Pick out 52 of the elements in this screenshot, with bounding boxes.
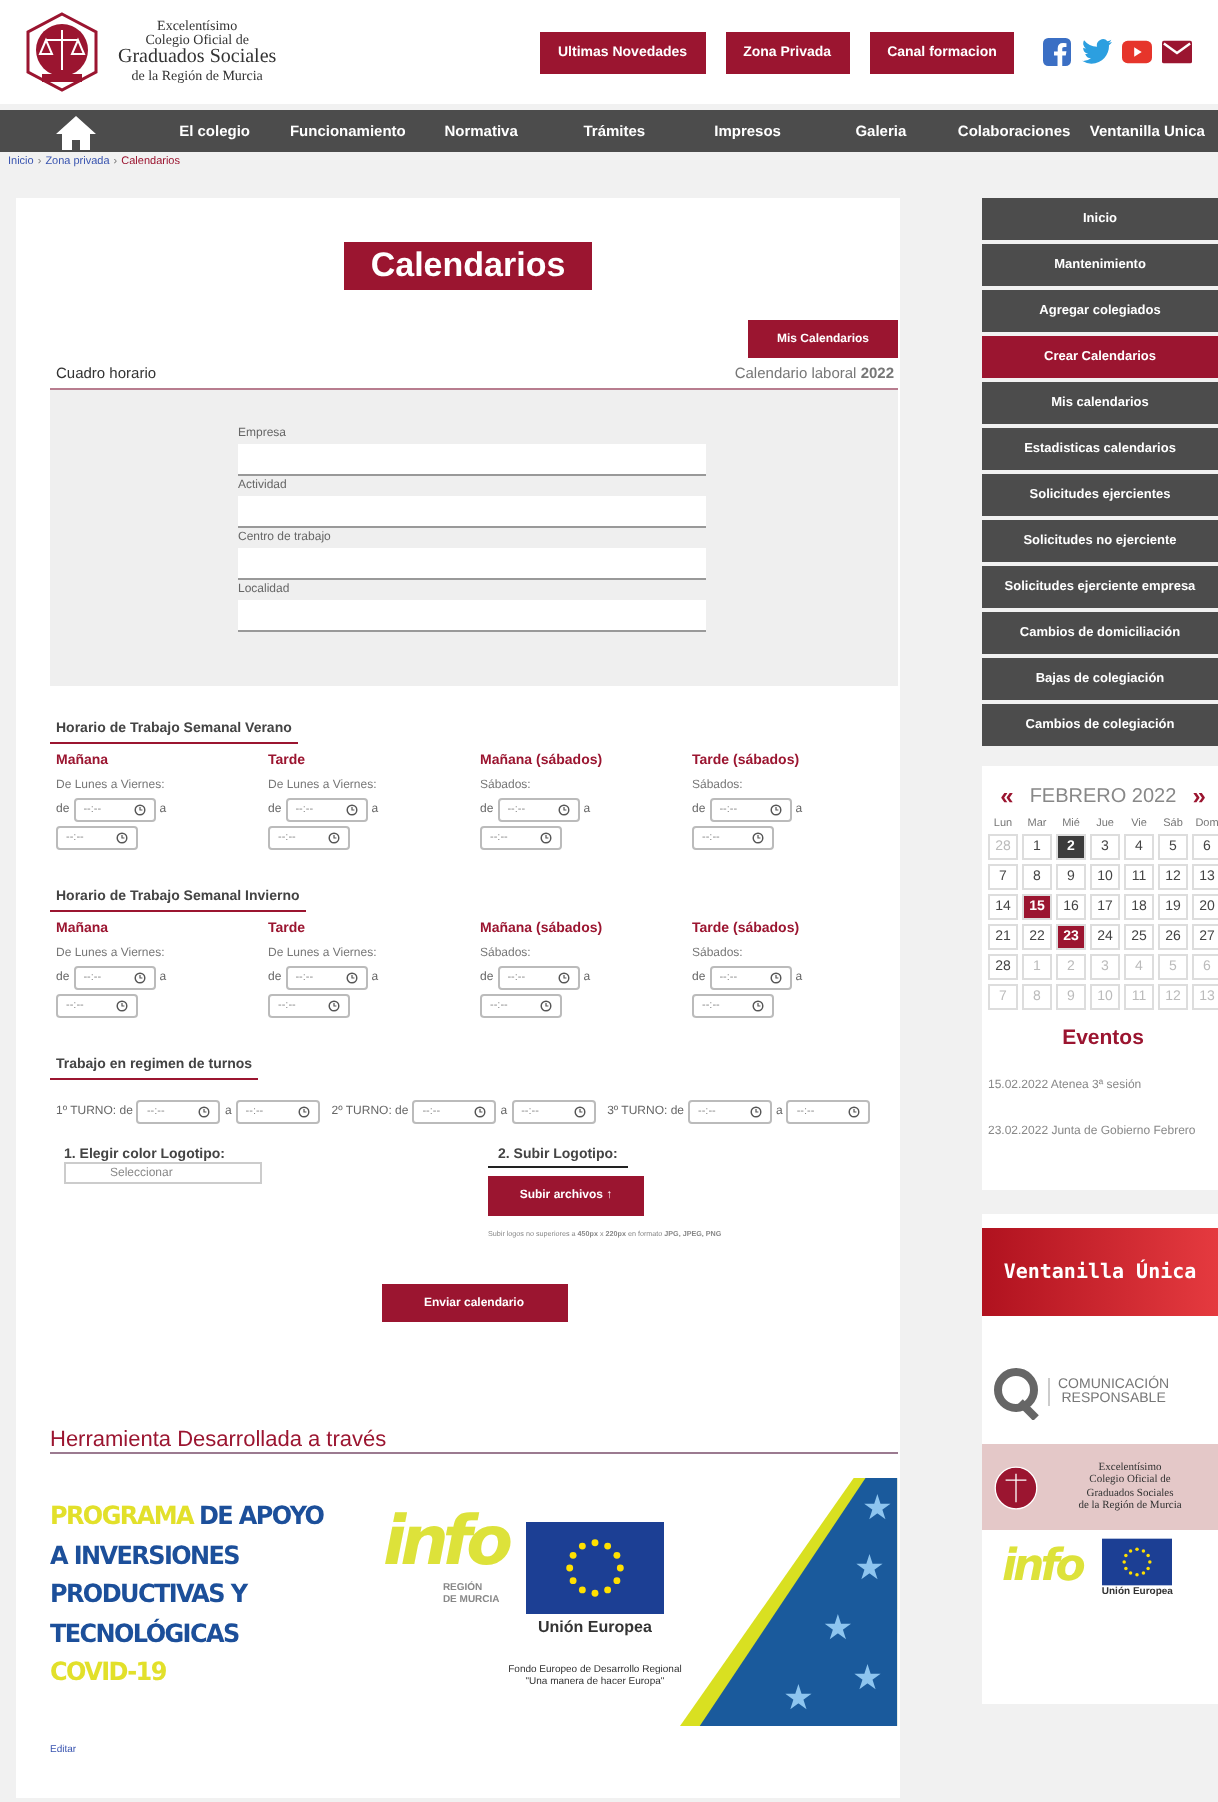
clock-icon — [848, 1106, 861, 1118]
clock-icon — [345, 972, 358, 984]
text-field[interactable] — [238, 548, 706, 580]
eu-label: Unión Europea — [538, 1618, 652, 1636]
banner-text: Ventanilla Única — [1003, 1261, 1197, 1283]
youtube-icon[interactable] — [1122, 38, 1153, 66]
clock-icon — [297, 1106, 310, 1118]
clock-icon — [133, 972, 146, 984]
text-field[interactable] — [238, 444, 706, 476]
text-field[interactable] — [238, 600, 706, 632]
clock-icon — [573, 1106, 586, 1118]
page-title: Calendarios — [344, 242, 592, 290]
clock-icon — [328, 1000, 340, 1012]
clock-icon — [540, 832, 552, 844]
clock-icon — [557, 972, 570, 984]
banner-text: DE APOYO — [198, 1499, 324, 1535]
section-heading: Herramienta Desarrollada a través — [50, 1428, 898, 1454]
clock-icon — [750, 1106, 762, 1118]
eu-flag-icon — [1102, 1538, 1173, 1586]
previous-month-button[interactable]: « — [1000, 782, 1014, 810]
twitter-icon[interactable] — [1082, 38, 1113, 66]
clock-icon — [540, 1000, 552, 1012]
info-logo: info — [1002, 1540, 1082, 1596]
clock-icon — [557, 804, 570, 816]
banner-text: COVID-19 — [50, 1655, 166, 1691]
clock-icon — [345, 804, 358, 816]
clock-icon — [133, 804, 146, 816]
next-month-button[interactable]: » — [1192, 782, 1206, 810]
clock-icon — [752, 1000, 764, 1012]
clock-icon — [769, 804, 782, 816]
clock-icon — [116, 1000, 128, 1012]
q-logo-icon — [992, 1364, 1040, 1420]
banner-text: PROGRAMA — [50, 1499, 193, 1535]
events-title: Eventos — [1060, 1026, 1146, 1050]
college-name: Graduados Sociales — [118, 48, 277, 70]
ventanilla-banner[interactable]: Ventanilla Única — [982, 1228, 1218, 1316]
facebook-icon[interactable] — [1042, 38, 1073, 66]
clock-icon — [769, 972, 782, 984]
banner-text: PRODUCTIVAS Y — [50, 1577, 247, 1613]
clock-icon — [116, 832, 128, 844]
clock-icon — [328, 832, 340, 844]
info-logo: info — [382, 1502, 507, 1582]
mail-icon[interactable] — [1162, 38, 1193, 66]
text-field[interactable] — [238, 496, 706, 528]
banner-text: A INVERSIONES — [50, 1538, 239, 1574]
home-icon[interactable] — [56, 113, 96, 149]
clock-icon — [198, 1106, 211, 1118]
eu-flag-icon — [525, 1522, 664, 1614]
banner-text: TECNOLÓGICAS — [50, 1616, 239, 1652]
clock-icon — [752, 832, 764, 844]
month-title: FEBRERO 2022 — [1029, 785, 1177, 807]
clock-icon — [474, 1106, 487, 1118]
